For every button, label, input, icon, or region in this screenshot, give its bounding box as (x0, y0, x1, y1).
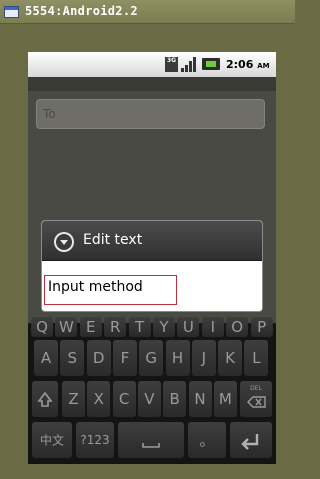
key-m[interactable]: M (213, 381, 237, 417)
key-r[interactable]: R (104, 317, 127, 337)
enter-icon (241, 434, 259, 450)
to-field[interactable]: To (36, 99, 265, 129)
status-bar: 3G 2:06 AM (28, 52, 276, 77)
key-x[interactable]: X (87, 381, 111, 417)
key-i-label: I (210, 318, 216, 336)
key-v-label: V (144, 390, 155, 408)
key-k-label: K (225, 349, 236, 367)
key-symbols[interactable]: ?123 (76, 422, 114, 458)
key-e[interactable]: E (79, 317, 102, 337)
key-s-label: S (67, 349, 78, 367)
key-v[interactable]: V (137, 381, 161, 417)
network-3g-icon: 3G (165, 57, 178, 72)
key-b-label: B (169, 390, 180, 408)
key-r-label: R (109, 318, 121, 336)
key-d[interactable]: D (86, 340, 111, 376)
key-s[interactable]: S (60, 340, 85, 376)
window-title: 5554:Android2.2 (25, 4, 138, 18)
delete-key-label: DEL (250, 385, 262, 392)
signal-strength-icon (181, 57, 197, 72)
key-enter[interactable] (230, 422, 272, 458)
key-language[interactable]: 中文 (32, 422, 72, 458)
key-z[interactable]: Z (62, 381, 85, 417)
key-d-label: D (92, 349, 105, 367)
key-shift[interactable] (32, 381, 58, 417)
key-q[interactable]: Q (31, 317, 53, 337)
key-w[interactable]: W (55, 317, 78, 337)
key-g-label: G (145, 349, 157, 367)
key-u-label: U (182, 318, 194, 336)
app-header (28, 77, 276, 91)
emulator-frame-left (0, 24, 28, 479)
status-clock: 2:06 AM (226, 58, 270, 71)
to-field-placeholder: To (43, 107, 56, 121)
dialog-title: Edit text (83, 232, 143, 248)
key-o-label: O (231, 318, 244, 336)
window-app-icon (4, 6, 19, 18)
key-x-label: X (93, 390, 104, 408)
key-m-label: M (218, 390, 232, 408)
battery-charging-icon (202, 58, 220, 70)
key-n-label: N (194, 390, 206, 408)
key-g[interactable]: G (139, 340, 164, 376)
key-p[interactable]: P (250, 317, 273, 337)
key-z-label: Z (68, 390, 79, 408)
key-f[interactable]: F (112, 340, 137, 376)
soft-keyboard: DEL 中文 ?123 。 Q W E R T Y U I O P A S D … (28, 317, 276, 464)
key-p-label: P (257, 318, 267, 336)
dialog-header: Edit text (42, 221, 262, 261)
key-u[interactable]: U (177, 317, 200, 337)
key-o[interactable]: O (226, 317, 249, 337)
key-j[interactable]: J (191, 340, 216, 376)
device-screen: 3G 2:06 AM To DEL 中文 ?123 。 Q W E R T Y … (28, 52, 276, 464)
key-t[interactable]: T (128, 317, 151, 337)
key-h[interactable]: H (165, 340, 190, 376)
key-t-label: T (135, 318, 145, 336)
key-f-label: F (120, 349, 130, 367)
key-y[interactable]: Y (153, 317, 175, 337)
key-c-label: C (118, 390, 130, 408)
key-c[interactable]: C (112, 381, 136, 417)
key-e-label: E (86, 318, 96, 336)
space-icon (142, 443, 160, 448)
key-j-label: J (201, 349, 207, 367)
key-i[interactable]: I (201, 317, 224, 337)
key-n[interactable]: N (188, 381, 212, 417)
key-b[interactable]: B (163, 381, 187, 417)
key-q-label: Q (36, 318, 48, 336)
key-k[interactable]: K (218, 340, 243, 376)
key-delete[interactable]: DEL (240, 381, 272, 417)
dialog-body: Input method (42, 261, 262, 311)
emulator-frame-right (276, 24, 295, 479)
dialog-dropdown-icon (54, 232, 74, 252)
key-y-label: Y (159, 318, 169, 336)
key-h-label: H (171, 349, 184, 367)
key-l[interactable]: L (244, 340, 269, 376)
window-title-bar[interactable]: 5554:Android2.2 (0, 0, 295, 24)
key-w-label: W (58, 318, 74, 336)
edit-text-dialog: Edit text Input method (41, 220, 263, 312)
key-period[interactable]: 。 (188, 422, 226, 458)
key-space[interactable] (118, 422, 184, 458)
input-method-option[interactable]: Input method (44, 275, 177, 305)
key-l-label: L (252, 349, 261, 367)
shift-icon (37, 391, 53, 407)
key-a-label: A (40, 349, 52, 367)
key-a[interactable]: A (34, 340, 58, 376)
emulator-frame-bottom (0, 464, 295, 479)
